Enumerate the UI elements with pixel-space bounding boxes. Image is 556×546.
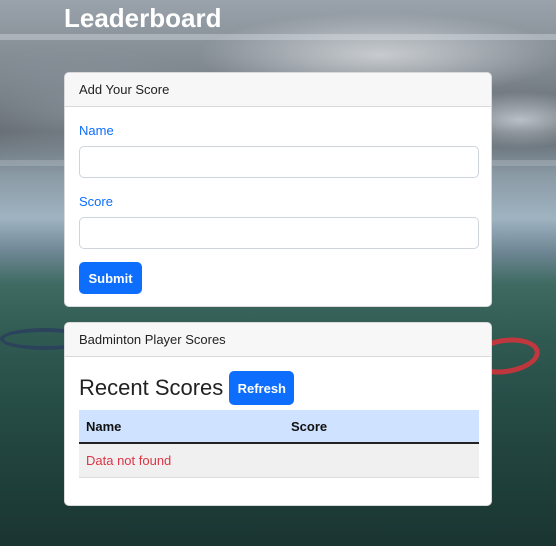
name-input[interactable] — [79, 146, 479, 178]
table-header-row: Name Score — [79, 410, 479, 444]
refresh-button[interactable]: Refresh — [229, 371, 295, 405]
scores-table: Name Score Data not found — [79, 410, 479, 478]
submit-button[interactable]: Submit — [79, 262, 142, 294]
table-row: Data not found — [79, 443, 479, 478]
scores-card: Badminton Player Scores Recent Scores Re… — [64, 322, 492, 506]
score-input[interactable] — [79, 217, 479, 249]
score-label: Score — [79, 194, 113, 209]
recent-scores-heading: Recent Scores — [79, 375, 224, 400]
name-label: Name — [79, 123, 114, 138]
scores-card-header: Badminton Player Scores — [65, 323, 491, 357]
add-score-card-header: Add Your Score — [65, 73, 491, 107]
empty-message: Data not found — [79, 443, 479, 478]
page-title: Leaderboard — [64, 3, 222, 33]
scores-card-body: Recent Scores Refresh Name Score Data no… — [65, 357, 491, 492]
column-header-name: Name — [79, 410, 284, 444]
add-score-card: Add Your Score Name Score Submit — [64, 72, 492, 307]
ceiling-beam — [0, 34, 556, 40]
scores-heading-row: Recent Scores Refresh — [79, 370, 477, 406]
add-score-form: Name Score Submit — [65, 107, 491, 306]
column-header-score: Score — [284, 410, 479, 444]
